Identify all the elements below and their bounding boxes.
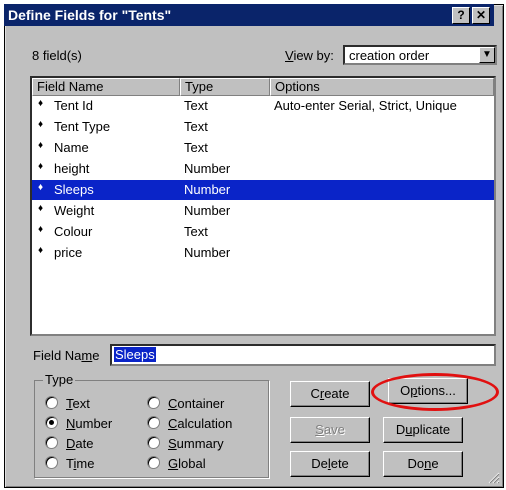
field-name-value: Sleeps [114, 347, 156, 362]
field-type-cell: Number [184, 182, 231, 197]
field-name-input[interactable]: Sleeps [110, 344, 496, 366]
radio-indicator-icon[interactable] [45, 396, 58, 409]
help-button[interactable]: ? [452, 7, 470, 24]
fields-list[interactable]: Field Name Type Options ♦ Tent Id Text Auto… [30, 76, 496, 336]
reorder-handle-icon[interactable]: ♦ [38, 224, 43, 235]
field-type-cell: Text [184, 98, 208, 113]
reorder-handle-icon[interactable]: ♦ [38, 98, 43, 109]
table-row[interactable]: ♦ Colour Text [32, 222, 494, 242]
column-header-options[interactable]: Options [270, 78, 494, 96]
reorder-handle-icon[interactable]: ♦ [38, 161, 43, 172]
type-radio-calculation[interactable]: Calculation [147, 416, 232, 431]
done-button[interactable]: Done [383, 451, 463, 477]
field-type-cell: Text [184, 140, 208, 155]
radio-indicator-icon[interactable] [147, 456, 160, 469]
column-header-type[interactable]: Type [180, 78, 270, 96]
reorder-handle-icon[interactable]: ♦ [38, 119, 43, 130]
field-type-cell: Number [184, 203, 231, 218]
field-name-cell: Name [54, 140, 89, 155]
table-row[interactable]: ♦ price Number [32, 243, 494, 263]
field-name-cell: price [54, 245, 83, 260]
save-button[interactable]: Save [290, 417, 370, 443]
field-name-cell: Sleeps [54, 182, 94, 197]
table-row[interactable]: ♦ Name Text [32, 138, 494, 158]
view-by-value: creation order [349, 48, 430, 63]
type-radio-date[interactable]: Date [45, 436, 93, 451]
view-by-dropdown[interactable]: creation order ▼ [343, 45, 497, 65]
field-options-cell: Auto-enter Serial, Strict, Unique [274, 98, 457, 113]
type-radio-number[interactable]: Number [45, 416, 112, 431]
view-by-label: View by: [285, 48, 334, 63]
radio-indicator-icon[interactable] [147, 396, 160, 409]
table-row[interactable]: ♦ Weight Number [32, 201, 494, 221]
field-type-cell: Text [184, 224, 208, 239]
field-type-cell: Text [184, 119, 208, 134]
duplicate-button[interactable]: Duplicate [383, 417, 463, 443]
radio-indicator-icon[interactable] [45, 416, 58, 429]
radio-indicator-icon[interactable] [45, 456, 58, 469]
field-name-cell: Tent Type [54, 119, 111, 134]
window-title: Define Fields for "Tents" [8, 7, 172, 23]
reorder-handle-icon[interactable]: ♦ [38, 182, 43, 193]
field-name-cell: height [54, 161, 90, 176]
table-row[interactable]: ♦ Sleeps Number [32, 180, 494, 200]
field-type-cell: Number [184, 161, 231, 176]
reorder-handle-icon[interactable]: ♦ [38, 203, 43, 214]
close-button[interactable]: ✕ [472, 7, 490, 24]
type-radio-global[interactable]: Global [147, 456, 206, 471]
table-row[interactable]: ♦ Tent Id Text Auto-enter Serial, Strict, U… [32, 96, 494, 116]
title-bar[interactable]: Define Fields for "Tents" ? ✕ [4, 4, 494, 26]
delete-button[interactable]: Delete [290, 451, 370, 477]
table-row[interactable]: ♦ Tent Type Text [32, 117, 494, 137]
reorder-handle-icon[interactable]: ♦ [38, 245, 43, 256]
radio-indicator-icon[interactable] [147, 416, 160, 429]
field-name-cell: Tent Id [54, 98, 94, 113]
column-header-field-name[interactable]: Field Name [32, 78, 180, 96]
radio-indicator-icon[interactable] [147, 436, 160, 449]
field-count-label: 8 field(s) [32, 48, 82, 63]
type-radio-text[interactable]: Text [45, 396, 90, 411]
type-group-legend: Type [43, 372, 76, 387]
type-radio-container[interactable]: Container [147, 396, 224, 411]
dropdown-arrow-icon[interactable]: ▼ [479, 47, 495, 63]
field-name-cell: Colour [54, 224, 93, 239]
resize-grip-icon[interactable] [488, 472, 500, 484]
options-highlight-circle [371, 373, 499, 411]
type-group: Type Text Number Date Time Container Calculat… [34, 372, 269, 478]
radio-indicator-icon[interactable] [45, 436, 58, 449]
field-name-cell: Weight [54, 203, 95, 218]
field-type-cell: Number [184, 245, 231, 260]
type-radio-summary[interactable]: Summary [147, 436, 224, 451]
table-row[interactable]: ♦ height Number [32, 159, 494, 179]
field-name-label: Field Name [33, 348, 100, 363]
create-button[interactable]: Create [290, 381, 370, 407]
reorder-handle-icon[interactable]: ♦ [38, 140, 43, 151]
type-radio-time[interactable]: Time [45, 456, 94, 471]
